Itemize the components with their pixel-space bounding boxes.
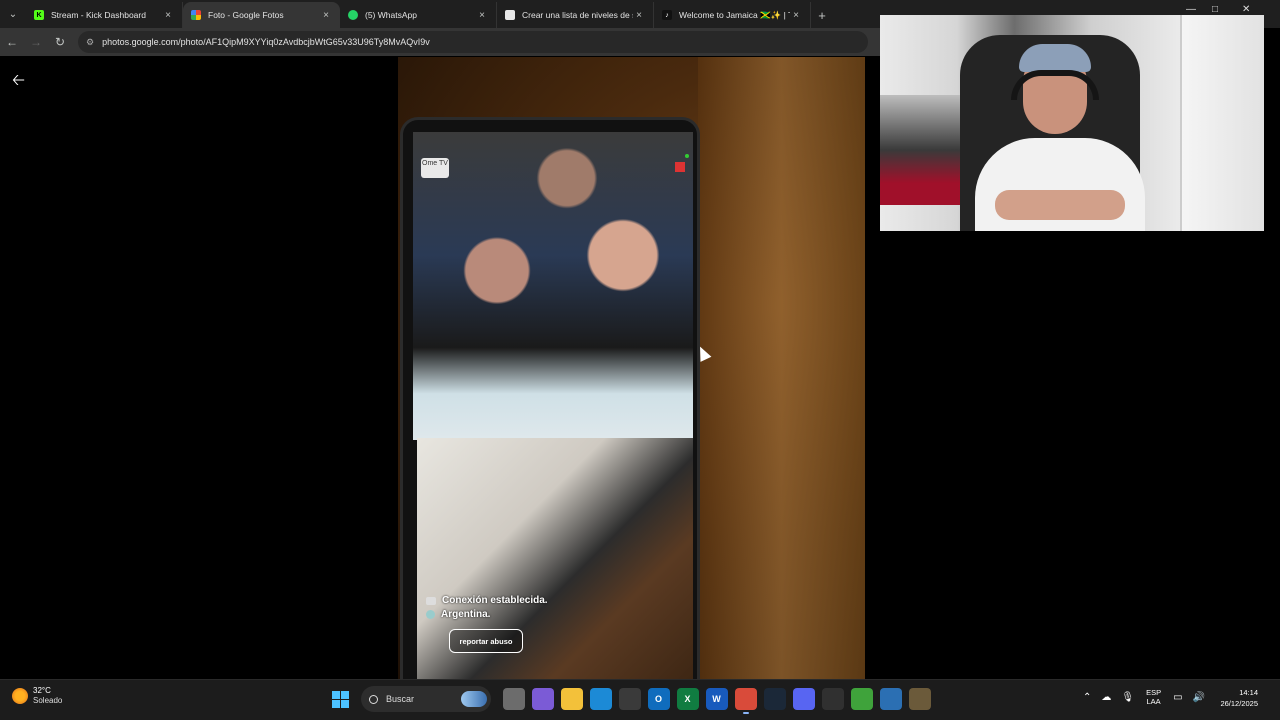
tab-title: Welcome to Jamaica 🇯🇲✨ | Tik — [679, 9, 790, 20]
globe-icon — [426, 610, 435, 619]
file-explorer-icon[interactable] — [560, 688, 583, 710]
url-text: photos.google.com/photo/AF1QipM9XYYiq0zA… — [102, 37, 430, 47]
report-abuse-button: reportar abuso — [449, 629, 523, 653]
clock[interactable]: 14:14 26/12/2025 — [1200, 687, 1258, 709]
weather-desc: Soleado — [33, 696, 63, 705]
search-placeholder: Buscar — [386, 694, 415, 704]
sun-icon — [12, 688, 28, 704]
tab-tiktok[interactable]: ♪ Welcome to Jamaica 🇯🇲✨ | Tik × — [654, 2, 811, 28]
language-indicator[interactable]: ESP LAA — [1146, 688, 1161, 706]
microphone-icon[interactable]: 🎙 — [1121, 692, 1134, 703]
network-icon[interactable]: ▭ — [1173, 692, 1182, 703]
close-tab-icon[interactable]: × — [633, 10, 645, 21]
country-text: Argentina. — [441, 609, 491, 620]
whatsapp-icon — [348, 10, 358, 20]
ome-tv-badge: Ome TV — [421, 158, 449, 178]
connection-text: Conexión establecida. — [442, 595, 548, 606]
address-bar[interactable]: ⚙ photos.google.com/photo/AF1QipM9XYYiq0… — [78, 31, 868, 53]
streamer — [975, 30, 1145, 231]
wardrobe — [1180, 15, 1264, 231]
chat-icon — [426, 596, 436, 605]
taskbar: 32°C Soleado Buscar OXW ⌃ ☁ 🎙 ESP LAA ▭ … — [0, 679, 1280, 720]
headphones-icon — [1011, 70, 1099, 100]
xbox-icon[interactable] — [850, 688, 873, 710]
clock-time: 14:14 — [1239, 688, 1258, 697]
steam-icon[interactable] — [763, 688, 786, 710]
tiktok-icon: ♪ — [662, 10, 672, 20]
wood-background — [698, 57, 865, 679]
tab-title: Crear una lista de niveles de st — [522, 10, 633, 20]
tab-search-button[interactable]: ⌄ — [0, 0, 26, 28]
google-photos-icon — [191, 10, 201, 20]
bed — [880, 95, 960, 205]
tab-kick-dashboard[interactable]: K Stream - Kick Dashboard × — [26, 2, 183, 28]
flag-icon — [675, 162, 685, 172]
tab-tier-list[interactable]: Crear una lista de niveles de st × — [497, 2, 654, 28]
windows-start-icon[interactable] — [332, 690, 349, 708]
webcam-overlay — [880, 15, 1264, 231]
weather-widget[interactable]: 32°C Soleado — [12, 686, 62, 706]
excel-icon[interactable]: X — [676, 688, 699, 710]
search-highlight-icon — [461, 691, 487, 707]
reload-button[interactable]: ↻ — [48, 30, 72, 54]
new-tab-button[interactable]: + — [811, 2, 833, 28]
outlook-icon[interactable]: O — [647, 688, 670, 710]
word-icon[interactable]: W — [705, 688, 728, 710]
tab-title: Foto - Google Fotos — [208, 10, 284, 20]
taskbar-apps: Buscar OXW — [332, 686, 934, 714]
close-tab-icon[interactable]: × — [320, 10, 332, 21]
back-button[interactable]: ← — [0, 30, 24, 54]
screen: ⌄ K Stream - Kick Dashboard × Foto - Goo… — [0, 0, 1280, 720]
file-explorer-grey-icon[interactable] — [502, 688, 525, 710]
obs-icon[interactable] — [821, 688, 844, 710]
close-tab-icon[interactable]: × — [790, 10, 802, 21]
search-icon — [369, 694, 378, 704]
kick-icon: K — [34, 10, 44, 20]
cloud-icon[interactable]: ☁ — [1101, 692, 1111, 703]
chevron-up-icon[interactable]: ⌃ — [1083, 692, 1091, 703]
tiermaker-icon — [505, 10, 515, 20]
clock-date: 26/12/2025 — [1220, 699, 1258, 708]
system-tray: ⌃ ☁ 🎙 ESP LAA ▭ 🔊 — [1078, 688, 1210, 706]
edge-icon[interactable] — [589, 688, 612, 710]
taskbar-search[interactable]: Buscar — [361, 686, 491, 712]
photo-image: Ome TV Conexión establecida. Argentina. … — [398, 57, 865, 679]
close-tab-icon[interactable]: × — [162, 10, 174, 21]
back-arrow-icon[interactable]: 🡠 — [12, 69, 25, 96]
status-dot-icon — [685, 154, 689, 158]
close-window-icon[interactable]: ✕ — [1242, 4, 1250, 15]
tab-google-photos[interactable]: Foto - Google Fotos × — [183, 2, 340, 28]
store-icon[interactable] — [618, 688, 641, 710]
close-tab-icon[interactable]: × — [476, 10, 488, 21]
lang-layout: LAA — [1146, 697, 1161, 706]
photo-viewer: 🡠 Ome TV Conexión establecida. Argentina… — [0, 57, 880, 679]
tab-title: (5) WhatsApp — [365, 10, 417, 20]
site-info-icon[interactable]: ⚙ — [86, 37, 94, 48]
minimize-icon[interactable]: — — [1186, 4, 1196, 15]
maximize-icon[interactable]: □ — [1212, 4, 1218, 15]
lang-code: ESP — [1146, 688, 1162, 697]
tab-title: Stream - Kick Dashboard — [51, 10, 146, 20]
minecraft-icon[interactable] — [908, 688, 931, 710]
weather-temp: 32°C — [33, 686, 51, 695]
video-call-top-image: Ome TV — [413, 132, 693, 440]
vpn-icon[interactable] — [879, 688, 902, 710]
forward-button[interactable]: → — [24, 30, 48, 54]
discord-icon[interactable] — [792, 688, 815, 710]
chrome-icon[interactable] — [734, 688, 757, 714]
tab-whatsapp[interactable]: (5) WhatsApp × — [340, 2, 497, 28]
copilot-m365-icon[interactable] — [531, 688, 554, 710]
connection-status: Conexión establecida. Argentina. — [426, 595, 548, 623]
browser-toolbar: ← → ↻ ⚙ photos.google.com/photo/AF1QipM9… — [0, 28, 880, 56]
